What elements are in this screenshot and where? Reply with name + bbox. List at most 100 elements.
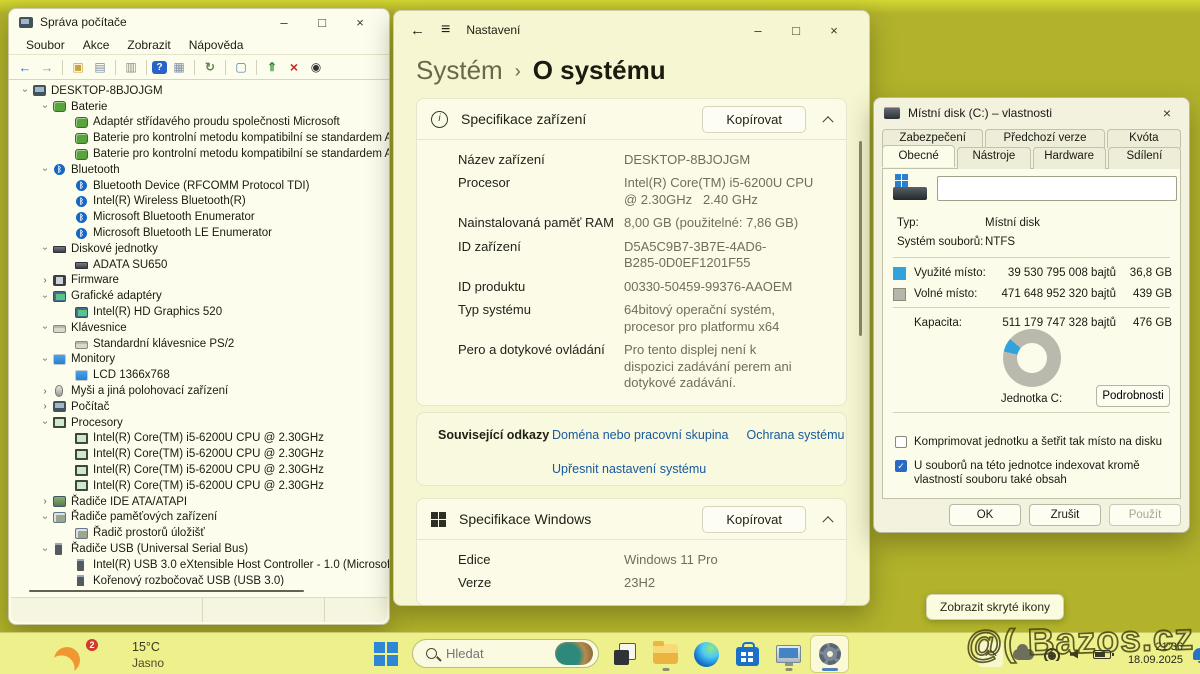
expander-icon[interactable]: › bbox=[40, 288, 51, 304]
menu-item[interactable]: Nápověda bbox=[180, 38, 253, 52]
tree-item[interactable]: ›Bluetooth bbox=[9, 162, 389, 178]
view-icon[interactable]: ▤ bbox=[90, 58, 110, 76]
tree-item[interactable]: ›Myši a jiná polohovací zařízení bbox=[9, 383, 389, 399]
expander-icon[interactable]: › bbox=[37, 496, 53, 507]
dialog-titlebar[interactable]: Místní disk (C:) – vlastnosti × bbox=[874, 98, 1189, 128]
close-button[interactable]: × bbox=[341, 15, 379, 30]
tree-item[interactable]: Adaptér střídavého proudu společnosti Mi… bbox=[9, 115, 389, 131]
expander-icon[interactable]: › bbox=[40, 415, 51, 431]
hamburger-menu-icon[interactable]: ≡ bbox=[441, 21, 450, 39]
close-button[interactable]: × bbox=[1155, 105, 1179, 121]
expander-icon[interactable]: › bbox=[37, 386, 53, 397]
task-view-button[interactable] bbox=[606, 636, 643, 672]
expander-icon[interactable]: › bbox=[40, 509, 51, 525]
tree-item[interactable]: ›Klávesnice bbox=[9, 320, 389, 336]
expander-icon[interactable]: › bbox=[40, 99, 51, 115]
tab-Obecné[interactable]: Obecné bbox=[882, 145, 955, 167]
vertical-scrollbar[interactable] bbox=[859, 141, 862, 336]
scan-icon[interactable]: ◉ bbox=[306, 58, 326, 76]
expander-icon[interactable]: › bbox=[40, 351, 51, 367]
tree-item[interactable]: ›Grafické adaptéry bbox=[9, 288, 389, 304]
menu-item[interactable]: Akce bbox=[74, 38, 119, 52]
tab-Nástroje[interactable]: Nástroje bbox=[957, 147, 1030, 169]
back-icon[interactable]: ← bbox=[410, 22, 425, 39]
refresh-icon[interactable]: ↻ bbox=[200, 58, 220, 76]
cm-titlebar[interactable]: Správa počítače – □ × bbox=[9, 9, 389, 35]
tree-item[interactable]: ›Počítač bbox=[9, 399, 389, 415]
tab-Předchozí verze[interactable]: Předchozí verze bbox=[985, 129, 1104, 148]
chevron-up-icon[interactable] bbox=[822, 516, 833, 527]
horizontal-scrollbar[interactable] bbox=[29, 590, 304, 592]
tree-item[interactable]: Intel(R) HD Graphics 520 bbox=[9, 304, 389, 320]
expander-icon[interactable]: › bbox=[40, 320, 51, 336]
tree-item[interactable]: ›Monitory bbox=[9, 352, 389, 368]
export-icon[interactable]: ▣ bbox=[68, 58, 88, 76]
tab-Hardware[interactable]: Hardware bbox=[1033, 147, 1106, 169]
forward-icon[interactable]: → bbox=[37, 58, 57, 76]
menu-item[interactable]: Soubor bbox=[17, 38, 74, 52]
copy-button[interactable]: Kopírovat bbox=[702, 506, 806, 533]
windows-spec-header[interactable]: Specifikace Windows Kopírovat bbox=[417, 499, 846, 539]
tree-item[interactable]: Intel(R) USB 3.0 eXtensible Host Control… bbox=[9, 557, 389, 573]
minimize-button[interactable]: – bbox=[265, 15, 303, 30]
tree-item[interactable]: LCD 1366x768 bbox=[9, 367, 389, 383]
taskbar-search[interactable] bbox=[412, 639, 599, 668]
close-button[interactable]: × bbox=[815, 23, 853, 38]
maximize-button[interactable]: □ bbox=[777, 23, 815, 38]
device-spec-header[interactable]: i Specifikace zařízení Kopírovat bbox=[417, 99, 846, 139]
settings-button[interactable] bbox=[811, 636, 848, 672]
tree-item[interactable]: Intel(R) Core(TM) i5-6200U CPU @ 2.30GHz bbox=[9, 462, 389, 478]
tab-Sdílení[interactable]: Sdílení bbox=[1108, 147, 1181, 169]
expander-icon[interactable]: › bbox=[40, 541, 51, 557]
maximize-button[interactable]: □ bbox=[303, 15, 341, 30]
back-icon[interactable]: ← bbox=[15, 58, 35, 76]
start-button[interactable] bbox=[374, 642, 398, 666]
expander-icon[interactable]: › bbox=[37, 401, 53, 412]
expander-icon[interactable]: › bbox=[40, 241, 51, 257]
copy-button[interactable]: Kopírovat bbox=[702, 106, 806, 133]
dialog-button-zrušit[interactable]: Zrušit bbox=[1029, 504, 1101, 526]
tree-item[interactable]: Baterie pro kontrolní metodu kompatibiln… bbox=[9, 146, 389, 162]
tree-item[interactable]: ›Baterie bbox=[9, 99, 389, 115]
expander-icon[interactable]: › bbox=[40, 162, 51, 178]
checkbox-checked-icon[interactable]: ✓ bbox=[895, 460, 907, 472]
computer-management-button[interactable] bbox=[770, 636, 807, 672]
tree-item[interactable]: Intel(R) Core(TM) i5-6200U CPU @ 2.30GHz bbox=[9, 478, 389, 494]
tree-item[interactable]: Intel(R) Wireless Bluetooth(R) bbox=[9, 194, 389, 210]
drive-label-input[interactable] bbox=[937, 176, 1177, 201]
driver-up-icon[interactable]: ⇑ bbox=[262, 58, 282, 76]
tree-item[interactable]: Kořenový rozbočovač USB (USB 3.0) bbox=[9, 573, 389, 586]
tree-item[interactable]: ›DESKTOP-8BJOJGM bbox=[9, 83, 389, 99]
related-link[interactable]: Upřesnit nastavení systému bbox=[552, 462, 706, 476]
minimize-button[interactable]: – bbox=[739, 23, 777, 38]
edge-button[interactable] bbox=[688, 636, 725, 672]
tree-item[interactable]: ›Řadiče USB (Universal Serial Bus) bbox=[9, 541, 389, 557]
tree-item[interactable]: Microsoft Bluetooth Enumerator bbox=[9, 209, 389, 225]
search-input[interactable] bbox=[446, 646, 546, 661]
weather-widget[interactable]: 2 15°C Jasno bbox=[52, 637, 202, 671]
tree-item[interactable]: ›Diskové jednotky bbox=[9, 241, 389, 257]
checkbox-unchecked-icon[interactable] bbox=[895, 436, 907, 448]
checkbox-row[interactable]: ✓U souborů na této jednotce indexovat kr… bbox=[895, 459, 1170, 487]
tree-item[interactable]: ›Firmware bbox=[9, 273, 389, 289]
dialog-button-použít[interactable]: Použít bbox=[1109, 504, 1181, 526]
microsoft-store-button[interactable] bbox=[729, 636, 766, 672]
tree-item[interactable]: Microsoft Bluetooth LE Enumerator bbox=[9, 225, 389, 241]
remote-icon[interactable]: ▢ bbox=[231, 58, 251, 76]
tree-item[interactable]: Intel(R) Core(TM) i5-6200U CPU @ 2.30GHz bbox=[9, 446, 389, 462]
tree-item[interactable]: Řadič prostorů úložišť bbox=[9, 525, 389, 541]
document-icon[interactable]: ▥ bbox=[121, 58, 141, 76]
tree-item[interactable]: ›Řadiče IDE ATA/ATAPI bbox=[9, 494, 389, 510]
expander-icon[interactable]: › bbox=[37, 275, 53, 286]
checkbox-row[interactable]: Komprimovat jednotku a šetřit tak místo … bbox=[895, 435, 1170, 449]
tab-Kvóta[interactable]: Kvóta bbox=[1107, 129, 1181, 148]
chevron-up-icon[interactable] bbox=[822, 116, 833, 127]
expander-icon[interactable]: › bbox=[20, 83, 31, 99]
related-link[interactable]: Ochrana systému bbox=[747, 428, 845, 442]
tree-item[interactable]: Baterie pro kontrolní metodu kompatibiln… bbox=[9, 130, 389, 146]
details-button[interactable]: Podrobnosti bbox=[1096, 385, 1170, 407]
menu-item[interactable]: Zobrazit bbox=[118, 38, 179, 52]
related-link[interactable]: Doména nebo pracovní skupina bbox=[552, 428, 729, 442]
tree-item[interactable]: ›Procesory bbox=[9, 415, 389, 431]
tree-item[interactable]: Intel(R) Core(TM) i5-6200U CPU @ 2.30GHz bbox=[9, 431, 389, 447]
